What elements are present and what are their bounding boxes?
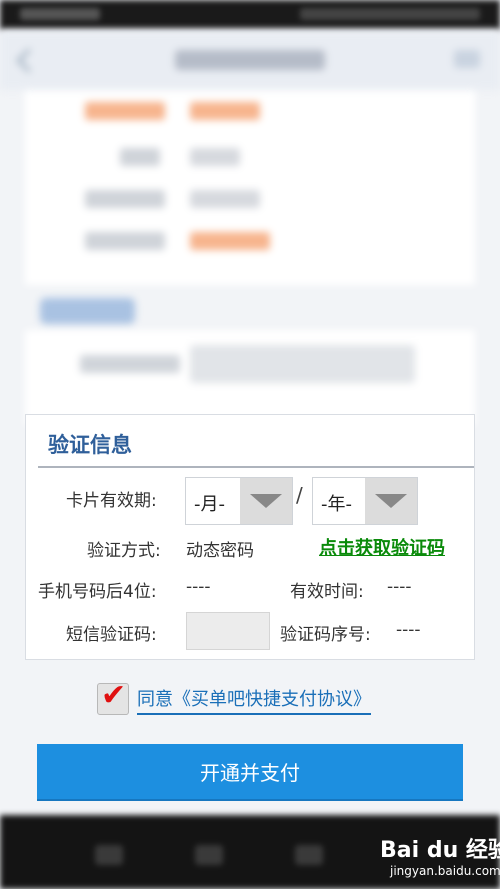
info-label xyxy=(120,148,160,166)
year-select-arrow[interactable] xyxy=(365,478,417,524)
nav-title xyxy=(175,50,325,70)
nav-home-icon[interactable] xyxy=(195,845,223,865)
status-bar xyxy=(0,0,500,30)
valid-time-label: 有效时间: xyxy=(290,582,364,602)
nav-bar xyxy=(0,30,500,90)
section-header xyxy=(40,298,135,324)
chevron-down-icon xyxy=(250,494,282,508)
chevron-down-icon xyxy=(375,494,407,508)
method-value: 动态密码 xyxy=(186,541,254,561)
info-value xyxy=(190,190,260,208)
info-value xyxy=(190,232,270,250)
blurred-order-summary xyxy=(0,30,500,425)
order-info-card xyxy=(25,90,475,285)
sms-label: 短信验证码: xyxy=(66,625,157,645)
watermark-url: jingyan.baidu.com xyxy=(390,864,500,878)
watermark: Bai du 经验 jingyan.baidu.com xyxy=(380,832,500,889)
method-label: 验证方式: xyxy=(87,541,161,561)
agreement-checkbox[interactable]: ✔ xyxy=(97,678,129,715)
back-arrow-icon[interactable] xyxy=(16,48,41,73)
divider xyxy=(38,466,474,468)
month-select-value: -月- xyxy=(194,494,225,515)
year-select-value: -年- xyxy=(321,494,352,515)
card-select-card xyxy=(25,330,475,425)
sms-code-input[interactable] xyxy=(186,612,270,650)
verify-info-card: 验证信息 卡片有效期: -月- / -年- 验证方式: 动态密码 点击获取验证码… xyxy=(25,414,475,660)
info-label xyxy=(85,102,165,120)
verify-title: 验证信息 xyxy=(48,433,132,457)
checkmark-icon: ✔ xyxy=(101,678,127,713)
nav-recent-icon[interactable] xyxy=(295,845,323,865)
info-value xyxy=(190,102,260,120)
nav-back-icon[interactable] xyxy=(95,845,123,865)
info-value xyxy=(190,148,240,166)
phone-value: ---- xyxy=(186,577,211,597)
info-row xyxy=(25,148,475,172)
agreement-link[interactable]: 同意《买单吧快捷支付协议》 xyxy=(137,685,371,715)
year-select[interactable]: -年- xyxy=(312,477,418,525)
menu-icon[interactable] xyxy=(454,50,480,68)
info-label xyxy=(85,190,165,208)
valid-time-value: ---- xyxy=(387,577,412,597)
info-label xyxy=(85,232,165,250)
card-select[interactable] xyxy=(190,345,415,383)
status-bar-icons xyxy=(300,8,480,20)
serial-value: ---- xyxy=(396,620,421,640)
serial-label: 验证码序号: xyxy=(280,625,371,645)
card-select-label xyxy=(80,355,180,373)
info-row xyxy=(25,102,475,126)
info-row xyxy=(25,190,475,214)
open-and-pay-button[interactable]: 开通并支付 xyxy=(37,744,463,799)
date-separator: / xyxy=(296,483,303,507)
screen: 验证信息 卡片有效期: -月- / -年- 验证方式: 动态密码 点击获取验证码… xyxy=(0,0,500,889)
expiry-label: 卡片有效期: xyxy=(66,491,157,511)
month-select[interactable]: -月- xyxy=(185,477,293,525)
phone-label: 手机号码后4位: xyxy=(38,582,157,602)
get-code-link[interactable]: 点击获取验证码 xyxy=(319,534,445,560)
month-select-arrow[interactable] xyxy=(240,478,292,524)
status-bar-time xyxy=(20,8,100,20)
info-row xyxy=(25,232,475,256)
watermark-logo: Bai du 经验 xyxy=(380,838,500,863)
